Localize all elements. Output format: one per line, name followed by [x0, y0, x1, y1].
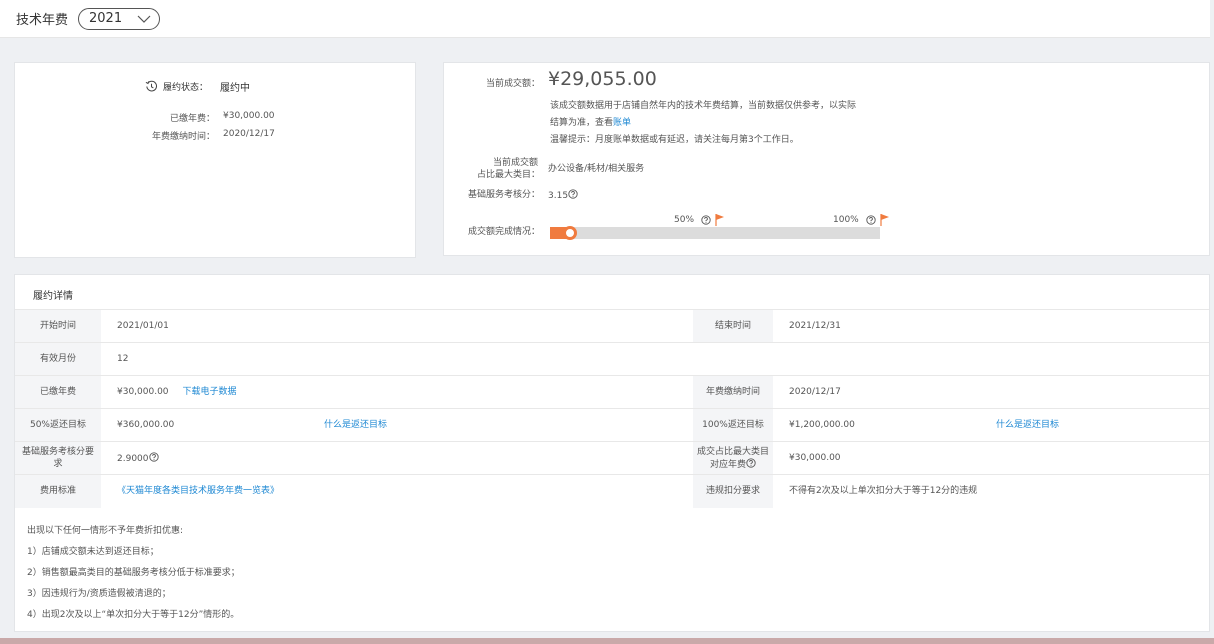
amount-label: 当前成交额： [485, 79, 540, 89]
milestone-50: 50% [674, 213, 725, 227]
progress-knob [563, 226, 578, 240]
target50-label: 50%返还目标 [15, 408, 101, 442]
max-category-label-line1: 当前成交额 [492, 158, 538, 168]
status-value: 履约中 [220, 83, 251, 94]
chevron-down-icon [137, 15, 151, 23]
pay-time-value: 2020/12/17 [223, 129, 275, 139]
end-value: 2021/12/31 [773, 309, 1209, 343]
months-value: 12 [101, 342, 1209, 376]
max-category-row: 当前成交额 占比最大类目： 办公设备/耗材/相关服务 [444, 157, 644, 181]
progress-track [550, 226, 880, 240]
target100-link-cell: 什么是返还目标 [993, 408, 1209, 442]
score-req-cell: 2.9000 [101, 441, 693, 475]
score-req-label: 基础服务考核分要求 [15, 441, 101, 475]
tip-text: 温馨提示：月度账单数据或有延迟，请关注每月第3个工作日。 [550, 135, 799, 145]
bill-link[interactable]: 账单 [613, 118, 631, 128]
year-select-value: 2021 [89, 11, 123, 26]
note-line2: 结算为准，查看账单 [550, 115, 910, 132]
note-line1: 该成交额数据用于店铺自然年内的技术年费结算，当前数据仅供参考，以实际 [550, 101, 857, 111]
rule-item: 3）因违规行为/资质造假被清退的； [27, 589, 171, 599]
table-row: 费用标准 《天猫年度各类目技术服务年费一览表》 违规扣分要求 不得有2次及以上单… [15, 474, 1209, 508]
score-value-wrap: 3.15 [548, 189, 578, 202]
progress-label: 成交额完成情况： [467, 227, 540, 237]
deal-card: 当前成交额： ¥29,055.00 该成交额数据用于店铺自然年内的技术年费结算，… [443, 62, 1210, 256]
fee-std-label: 费用标准 [15, 474, 101, 508]
status-card: 履约状态： 履约中 已缴年费： ¥30,000.00 年费缴纳时间： 2020/… [14, 62, 416, 258]
target50-link[interactable]: 什么是返还目标 [324, 420, 387, 430]
paid-label: 已缴年费 [15, 375, 101, 409]
max-category-label-line2: 占比最大类目： [476, 170, 540, 180]
help-icon[interactable] [866, 215, 876, 225]
rules-heading: 出现以下任何一情形不予年费折扣优惠: [27, 526, 184, 536]
paid-fee-value: ¥30,000.00 [223, 111, 275, 121]
milestone-50-text: 50% [674, 215, 695, 225]
target100-link[interactable]: 什么是返还目标 [996, 420, 1059, 430]
paid-cell: ¥30,000.00 下载电子数据 [101, 375, 693, 409]
target100-label: 100%返还目标 [693, 408, 773, 442]
detail-table: 开始时间 2021/01/01 结束时间 2021/12/31 有效月份 12 … [15, 309, 1209, 508]
start-label: 开始时间 [15, 309, 101, 343]
pay-time-label: 年费缴纳时间 [693, 375, 773, 409]
help-icon[interactable] [746, 457, 756, 468]
max-category-label: 当前成交额 占比最大类目： [444, 157, 540, 181]
milestone-100: 100% [833, 213, 890, 227]
score-value: 3.15 [548, 191, 569, 201]
rule-item: 1）店铺成交额未达到返还目标； [27, 547, 159, 557]
target50-link-cell: 什么是返还目标 [321, 408, 693, 442]
top-bar: 技术年费 2021 [0, 0, 1210, 38]
milestone-100-text: 100% [833, 215, 859, 225]
table-row: 已缴年费 ¥30,000.00 下载电子数据 年费缴纳时间 2020/12/17 [15, 375, 1209, 409]
status-row: 履约状态： 履约中 [145, 79, 250, 94]
note-line2-text: 结算为准，查看 [550, 118, 614, 128]
score-req-value: 2.9000 [117, 453, 149, 464]
help-icon[interactable] [148, 451, 159, 462]
help-icon[interactable] [701, 215, 711, 225]
bottom-strip [0, 638, 1214, 644]
violation-value: 不得有2次及以上单次扣分大于等于12分的违规 [789, 486, 978, 497]
months-label: 有效月份 [15, 342, 101, 376]
target50-value: ¥360,000.00 [101, 408, 321, 442]
amount-note: 该成交额数据用于店铺自然年内的技术年费结算，当前数据仅供参考，以实际 结算为准，… [550, 98, 910, 149]
table-row: 基础服务考核分要求 2.9000 成交占比最大类目对应年费 ¥30,000.00 [15, 441, 1209, 475]
rule-item: 2）销售额最高类目的基础服务考核分低于标准要求； [27, 568, 240, 578]
help-icon[interactable] [568, 189, 578, 199]
pay-time-value: 2020/12/17 [773, 375, 1209, 409]
paid-value: ¥30,000.00 [117, 387, 169, 397]
start-value: 2021/01/01 [101, 309, 693, 343]
fee-std-link[interactable]: 《天猫年度各类目技术服务年费一览表》 [117, 486, 279, 496]
status-label: 履约状态： [163, 83, 209, 93]
pay-time-row: 年费缴纳时间： 2020/12/17 [15, 129, 275, 142]
end-label: 结束时间 [693, 309, 773, 343]
table-row: 50%返还目标 ¥360,000.00 什么是返还目标 100%返还目标 ¥1,… [15, 408, 1209, 442]
max-cat-fee-label-cell: 成交占比最大类目对应年费 [693, 441, 773, 475]
rule-item: 4）出现2次及以上“单次扣分大于等于12分”情形的。 [27, 610, 240, 620]
table-row: 有效月份 12 [15, 342, 1209, 376]
year-select[interactable]: 2021 [78, 7, 161, 30]
fee-std-cell: 《天猫年度各类目技术服务年费一览表》 [101, 474, 693, 508]
pay-time-label: 年费缴纳时间： [151, 132, 215, 142]
max-cat-fee-value: ¥30,000.00 [773, 441, 1209, 475]
max-category-value: 办公设备/耗材/相关服务 [548, 164, 645, 174]
history-icon [145, 80, 157, 92]
paid-fee-row: 已缴年费： ¥30,000.00 [15, 111, 275, 124]
target100-value: ¥1,200,000.00 [773, 408, 993, 442]
amount-value: ¥29,055.00 [548, 68, 657, 90]
table-row: 开始时间 2021/01/01 结束时间 2021/12/31 [15, 309, 1209, 343]
detail-card: 履约详情 开始时间 2021/01/01 结束时间 2021/12/31 有效月… [14, 274, 1210, 632]
flag-icon [880, 214, 889, 226]
score-label: 基础服务考核分： [467, 190, 540, 200]
paid-fee-label: 已缴年费： [169, 114, 215, 124]
rules-list: 出现以下任何一情形不予年费折扣优惠: 1）店铺成交额未达到返还目标； 2）销售额… [27, 521, 240, 626]
download-link[interactable]: 下载电子数据 [183, 387, 237, 397]
score-row: 基础服务考核分： 3.15 [444, 189, 578, 202]
progress-row: 成交额完成情况： [444, 226, 540, 238]
max-cat-fee-label: 成交占比最大类目对应年费 [696, 446, 769, 470]
violation-cell: 不得有2次及以上单次扣分大于等于12分的违规 [773, 474, 1209, 508]
flag-icon [715, 214, 725, 226]
violation-label: 违规扣分要求 [693, 474, 773, 508]
amount-row: 当前成交额： ¥29,055.00 [444, 68, 657, 95]
page-title: 技术年费 [16, 13, 69, 28]
detail-title: 履约详情 [33, 291, 73, 302]
